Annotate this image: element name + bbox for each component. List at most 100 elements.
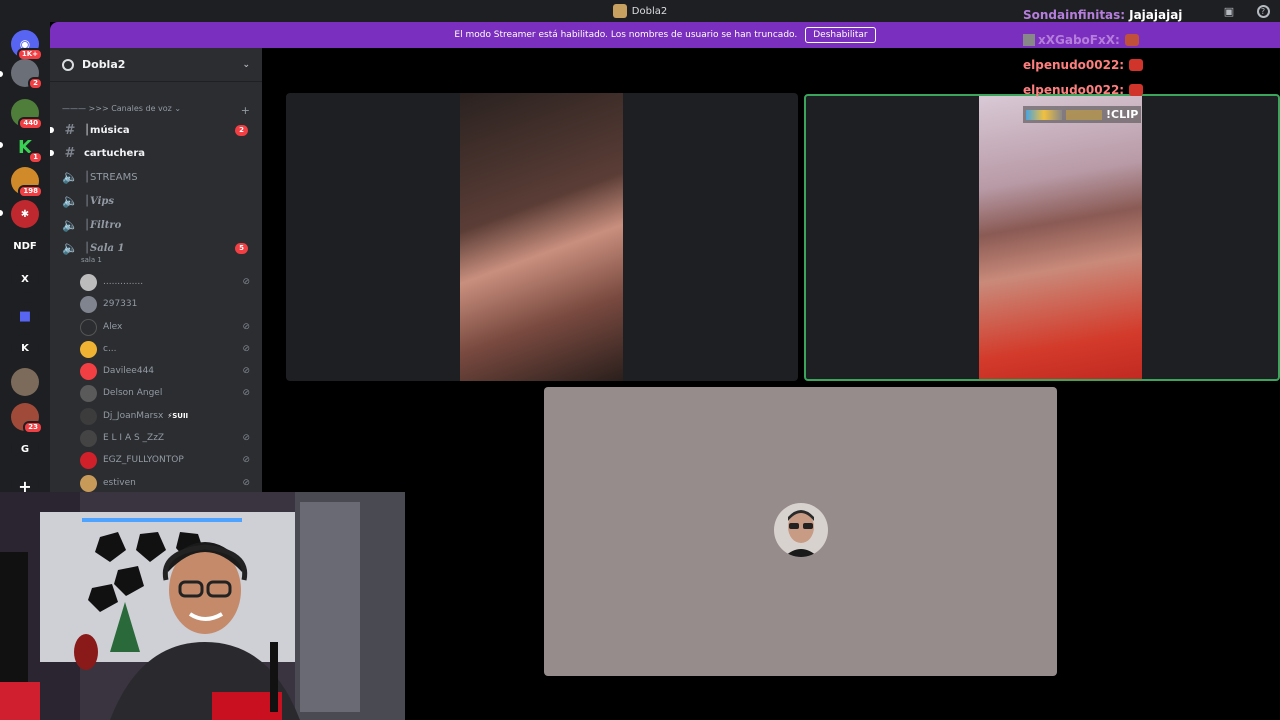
- kick-server-icon[interactable]: K1: [11, 133, 43, 164]
- voice-user[interactable]: estiven ⊘: [80, 473, 250, 492]
- server-k[interactable]: K: [11, 334, 39, 362]
- avatar: [80, 451, 97, 469]
- folder-icon[interactable]: ■: [11, 302, 39, 330]
- channel-label: │Filtro: [84, 219, 122, 231]
- mic-muted-icon: ⊘: [242, 344, 250, 354]
- chat-text: !CLIP: [1106, 108, 1139, 121]
- voice-user-name: E L I A S _ZzZ: [103, 433, 165, 443]
- chat-username: elpenudo0022:: [1023, 57, 1125, 72]
- video-tile-speaking[interactable]: [804, 94, 1280, 381]
- server-ndf[interactable]: NDF: [11, 232, 39, 260]
- channel-filtro[interactable]: 🔈 │Filtro: [58, 214, 254, 236]
- voice-user-name: c...: [103, 344, 117, 354]
- avatar: [80, 295, 97, 313]
- voice-user[interactable]: Dj_JoanMarsx ⚡SUII: [80, 406, 250, 426]
- text-channel-icon: #: [64, 145, 76, 161]
- channel-label: │música: [84, 124, 130, 136]
- streamer-webcam: [0, 492, 405, 720]
- chat-username: Sondainfinitas:: [1023, 7, 1126, 22]
- emote-icon: [1129, 58, 1144, 71]
- redacted-username: [1066, 109, 1102, 120]
- mic-muted-icon: ⊘: [242, 388, 250, 398]
- mic-muted-icon: ⊘: [242, 455, 250, 465]
- voice-user[interactable]: Davilee444 ⊘: [80, 361, 250, 381]
- voice-user-name: Alex: [103, 322, 123, 332]
- badge-icon: [1026, 109, 1062, 120]
- server-icon: [612, 4, 627, 18]
- guild-name: Dobla2: [82, 58, 126, 71]
- chat-message: Sondainfinitas: Jajajajaj: [1023, 2, 1280, 27]
- channel-musica[interactable]: # │música 2: [50, 119, 254, 141]
- channel-label: cartuchera: [84, 147, 146, 159]
- server-avatar[interactable]: 2: [11, 59, 43, 90]
- server-avatar[interactable]: [11, 368, 39, 396]
- avatar: [80, 407, 97, 425]
- chat-message: elpenudo0022:: [1023, 77, 1280, 102]
- channel-streams[interactable]: 🔈 │STREAMS: [58, 166, 254, 188]
- speaker-icon: 🔈: [62, 169, 79, 185]
- guild-icon: [62, 58, 74, 71]
- channel-cartuchera[interactable]: # cartuchera: [50, 142, 254, 164]
- channel-vips[interactable]: 🔈 │Vips: [58, 190, 254, 212]
- speaker-icon: 🔈: [62, 193, 79, 209]
- mic-muted-icon: ⊘: [242, 478, 250, 488]
- mention-badge: 2: [235, 124, 248, 136]
- channel-label: │Vips: [84, 195, 115, 207]
- chat-username: xXGaboFxX:: [1038, 32, 1120, 47]
- voice-user-name: Dj_JoanMarsx: [103, 411, 164, 421]
- avatar: [80, 429, 97, 447]
- mic-muted-icon: ⊘: [242, 277, 250, 287]
- chevron-down-icon: ⌄: [242, 59, 250, 70]
- spiderman-server-icon[interactable]: ✱: [11, 200, 39, 228]
- mic-muted-icon: ⊘: [242, 322, 250, 332]
- emote-icon: [1129, 83, 1144, 96]
- video-tile-avatar[interactable]: [544, 387, 1057, 676]
- chat-message: !CLIP: [1023, 102, 1280, 127]
- voice-user[interactable]: E L I A S _ZzZ ⊘: [80, 428, 250, 448]
- chat-text: Jajajajaj: [1129, 7, 1183, 22]
- speaker-icon: 🔈: [62, 240, 79, 256]
- participant-video: [979, 96, 1142, 379]
- voice-user[interactable]: Alex ⊘: [80, 317, 250, 337]
- server-avatar[interactable]: 23: [11, 403, 43, 434]
- avatar: [80, 340, 97, 358]
- channel-subtext: sala 1: [81, 256, 102, 264]
- category-label: ——— >>> Canales de voz ⌄: [62, 104, 182, 113]
- voice-user-name: estiven: [103, 478, 136, 488]
- chat-username: elpenudo0022:: [1023, 82, 1125, 97]
- voice-user[interactable]: .............. ⊘: [80, 272, 250, 292]
- voice-user[interactable]: Delson Angel ⊘: [80, 383, 250, 403]
- voice-user[interactable]: c... ⊘: [80, 339, 250, 359]
- server-avatar[interactable]: 440: [11, 99, 43, 130]
- disable-streamer-mode-button[interactable]: Deshabilitar: [805, 27, 876, 43]
- server-g[interactable]: G: [11, 435, 39, 463]
- banner-message: El modo Streamer está habilitado. Los no…: [454, 30, 798, 40]
- voice-user[interactable]: 297331: [80, 294, 250, 314]
- window-title: Dobla2: [631, 5, 668, 17]
- participant-video: [460, 93, 623, 381]
- voice-user-name: Delson Angel: [103, 388, 163, 398]
- chat-message: xXGaboFxX:: [1023, 27, 1280, 52]
- guild-header[interactable]: Dobla2 ⌄: [50, 48, 262, 82]
- avatar: [80, 474, 97, 492]
- avatar: [80, 384, 97, 402]
- avatar: [80, 273, 97, 291]
- voice-user[interactable]: EGZ_FULLYONTOP ⊘: [80, 450, 250, 470]
- channel-sidebar: Dobla2 ⌄ ——— >>> Canales de voz ⌄ + # │m…: [50, 48, 262, 492]
- discord-stream-scene: Dobla2 ▣ ? El modo Streamer está habilit…: [0, 0, 1280, 720]
- emote-icon: [1124, 33, 1139, 46]
- mic-muted-icon: ⊘: [242, 366, 250, 376]
- stream-chat-overlay: Sondainfinitas: Jajajajaj xXGaboFxX: elp…: [1023, 2, 1280, 127]
- server-x[interactable]: X: [11, 265, 39, 293]
- voice-category[interactable]: ——— >>> Canales de voz ⌄ +: [62, 104, 250, 117]
- user-tag: ⚡SUII: [167, 412, 189, 420]
- channel-label: │Sala 1: [84, 242, 125, 254]
- server-avatar[interactable]: 198: [11, 167, 43, 198]
- add-channel-icon[interactable]: +: [241, 104, 250, 117]
- text-channel-icon: #: [64, 122, 76, 138]
- video-tile[interactable]: [286, 93, 798, 381]
- avatar: [80, 318, 97, 336]
- direct-messages-icon[interactable]: ◉ 1K+: [11, 30, 43, 61]
- user-count-badge: 5: [235, 242, 248, 254]
- chat-message: elpenudo0022:: [1023, 52, 1280, 77]
